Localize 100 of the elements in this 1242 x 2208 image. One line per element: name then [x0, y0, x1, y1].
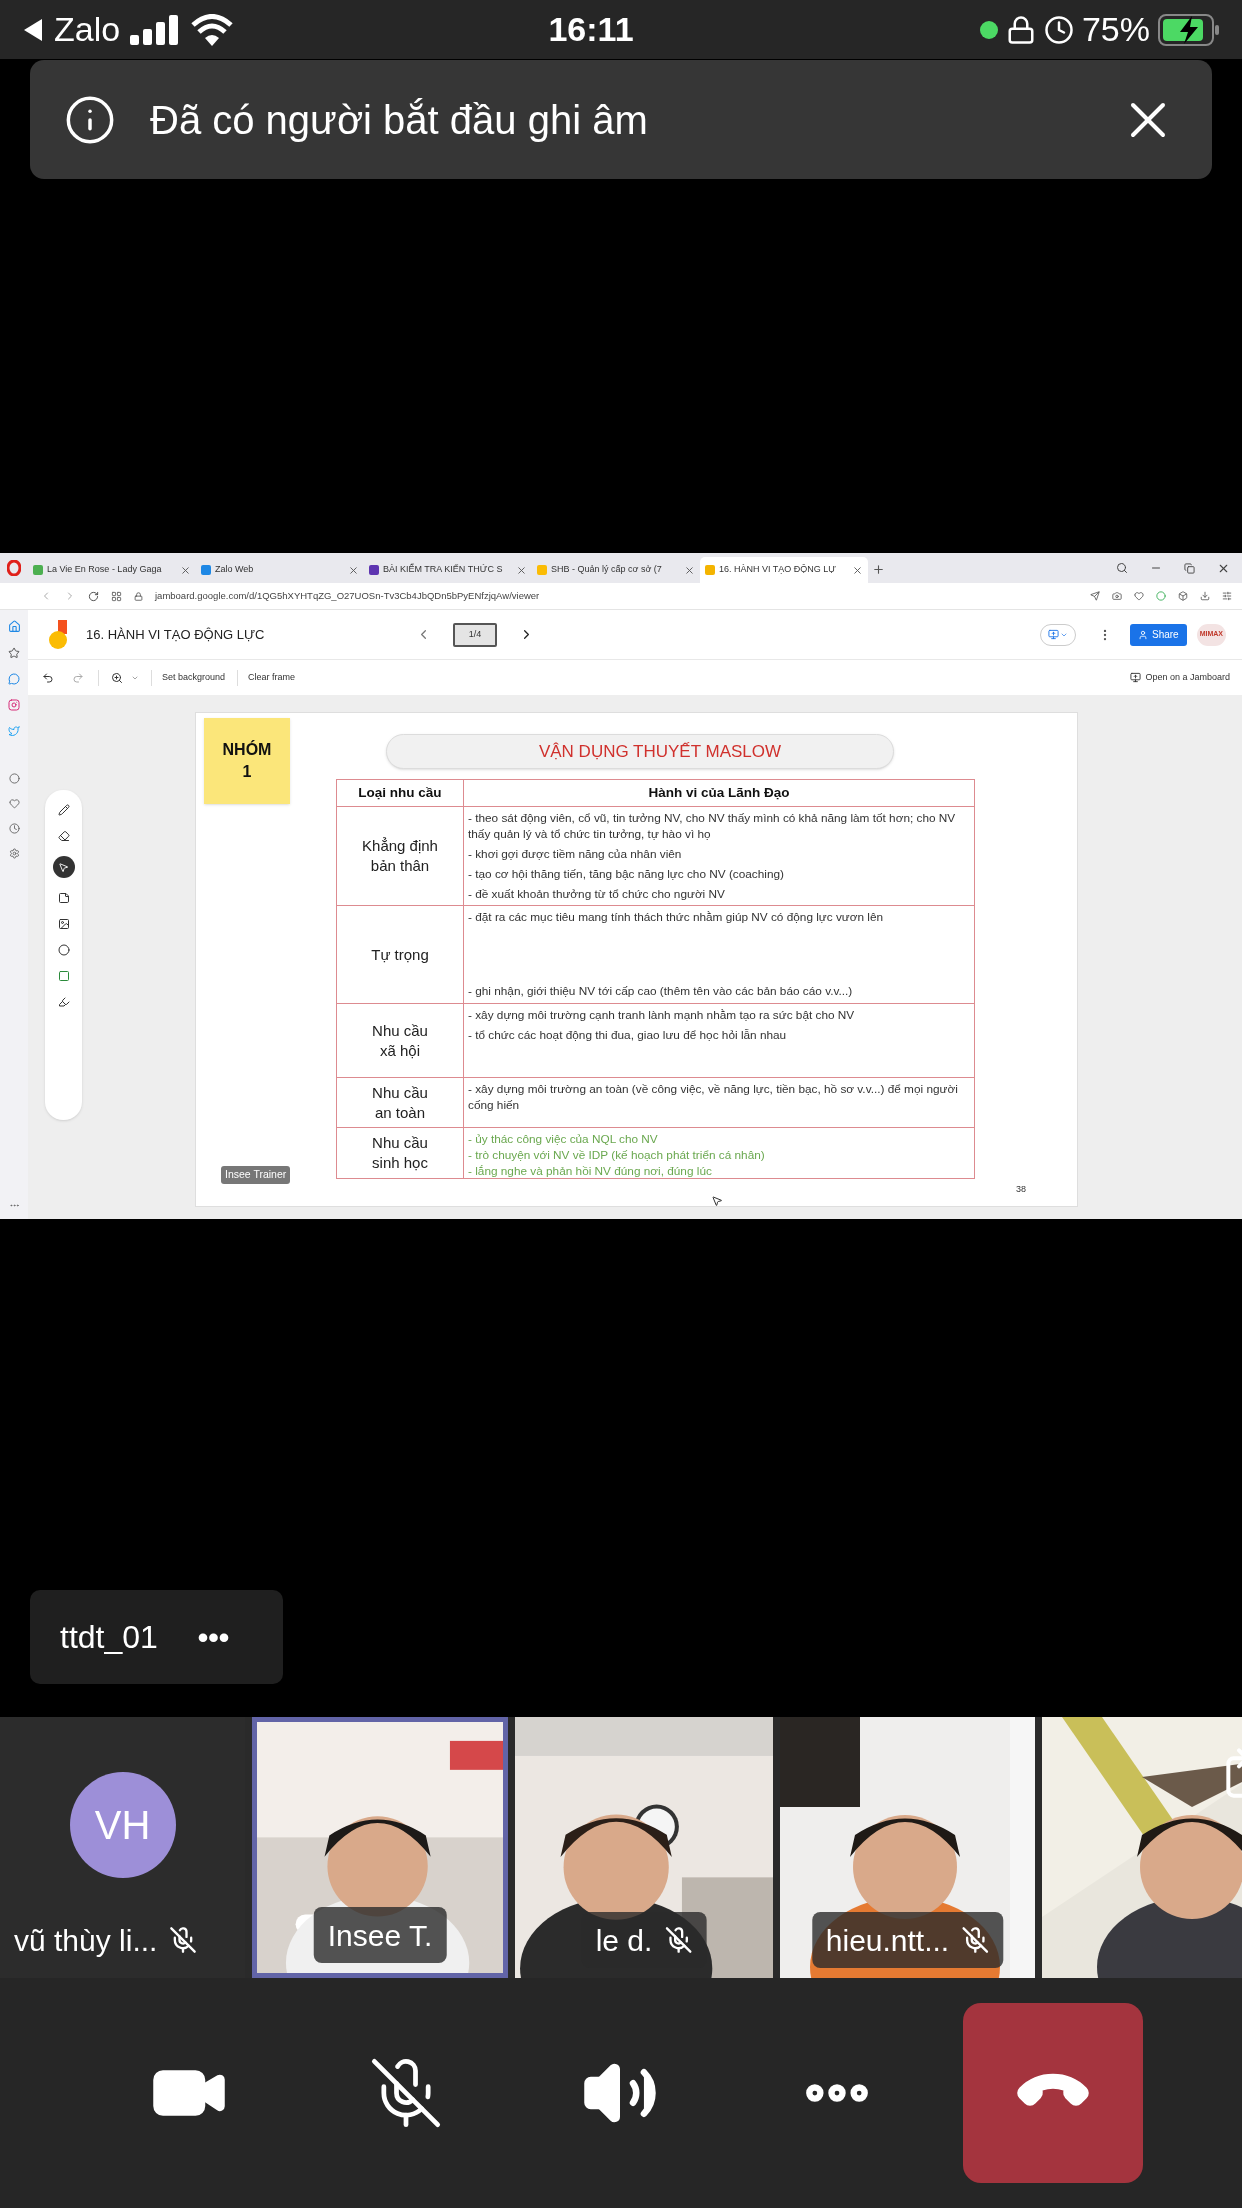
url-field[interactable]: jamboard.google.com/d/1QG5hXYHTqZG_O27UOSn-Tv3Cb4JbQDn5bPyENfzjqAw/viewer — [155, 588, 1078, 604]
reload-icon[interactable] — [88, 590, 99, 602]
behavior-text: - đặt ra các mục tiêu mang tính thách thức nhằm giúp NV có động lực vươn lên — [468, 909, 885, 925]
tab-title: SHB - Quản lý cấp cơ sở (7 — [551, 563, 663, 577]
tab-close-icon[interactable] — [348, 564, 359, 576]
browser-tab[interactable]: 16. HÀNH VI TẠO ĐỘNG LỰ — [700, 557, 868, 583]
need-label: bản thân — [370, 856, 430, 876]
sticky-note-text: 1 — [242, 762, 252, 782]
wifi-icon — [190, 13, 235, 46]
back-icon[interactable] — [22, 16, 44, 43]
avatar: VH — [69, 1772, 176, 1878]
slide-title: VẬN DỤNG THUYẾT MASLOW — [537, 740, 782, 763]
browser-tab[interactable]: SHB - Quản lý cấp cơ sở (7 — [532, 557, 700, 583]
sticky-note-text: NHÓM — [222, 739, 272, 760]
page-number: 38 — [1016, 1183, 1026, 1196]
behavior-text: - xây dựng môi trường cạnh tranh lành mạnh nhằm tạo ra sức bật cho NV — [468, 1007, 856, 1023]
pen-icon[interactable] — [57, 804, 70, 816]
box-icon[interactable] — [1178, 591, 1188, 601]
instagram-icon[interactable] — [8, 699, 20, 711]
behavior-text: - theo sát động viên, cổ vũ, tin tưởng NV, cho NV thấy mình có khả năng làm tốt hơn; cho NV thấy quản lý và tổ chức tin tưởng, tự hào vì họ — [468, 810, 957, 842]
column-header: Loại nhu cầu — [337, 780, 464, 806]
settings-icon[interactable] — [8, 848, 20, 859]
need-label: Nhu cầu — [372, 1082, 428, 1103]
behavior-text: - tạo cơ hội thăng tiến, tăng bậc năng lực cho NV (coaching) — [468, 866, 785, 882]
tab-title: La Vie En Rose - Lady Gaga — [47, 563, 163, 577]
messenger-icon[interactable] — [8, 673, 20, 685]
settings-icon[interactable] — [1222, 591, 1232, 601]
person-icon — [1137, 629, 1148, 640]
need-label: Khẳng định — [362, 836, 438, 856]
signal-icon — [130, 14, 181, 45]
camera-icon[interactable] — [1112, 591, 1122, 601]
mic-off-icon — [961, 1926, 990, 1954]
star-icon[interactable] — [8, 647, 20, 659]
tab-close-icon[interactable] — [516, 564, 527, 576]
opera-logo-icon[interactable] — [7, 560, 21, 576]
mic-off-icon — [664, 1926, 693, 1954]
end-call-button[interactable] — [963, 2003, 1143, 2183]
tab-title: BÀI KIỂM TRA KIẾN THỨC S — [383, 563, 504, 577]
speaker-label[interactable]: ttdt_01 ••• — [30, 1590, 283, 1684]
grid-icon[interactable] — [111, 590, 122, 602]
zoom-icon[interactable] — [111, 671, 123, 684]
send-icon[interactable] — [1090, 591, 1100, 601]
home-icon[interactable] — [7, 620, 21, 633]
tab-close-icon[interactable] — [852, 564, 863, 576]
open-on-jamboard-button[interactable]: Open on a Jamboard — [1130, 670, 1230, 685]
restore-icon[interactable] — [1184, 562, 1195, 574]
mouse-cursor-icon — [711, 1195, 723, 1207]
undo-icon[interactable] — [42, 671, 54, 684]
favicon-icon — [369, 565, 379, 575]
laser-icon[interactable] — [57, 996, 70, 1008]
frame-thumbnail[interactable]: 1/4 — [453, 622, 497, 647]
need-label: Nhu cầu — [372, 1020, 428, 1041]
eraser-icon[interactable] — [57, 830, 70, 842]
speaker-name: ttdt_01 — [60, 1618, 158, 1657]
favicon-icon — [33, 565, 43, 575]
participant-tile[interactable]: Insee T. — [252, 1717, 508, 1978]
notification-text: Đã có người bắt đầu ghi âm — [150, 96, 649, 144]
browser-tab[interactable]: Zalo Web — [196, 557, 364, 583]
select-tool[interactable] — [52, 856, 75, 878]
toolbar-button[interactable]: Set background — [162, 670, 226, 685]
back-app-label[interactable]: Zalo — [54, 4, 121, 55]
clock-time: 16:11 — [547, 9, 635, 50]
battery-percent: 75% — [1081, 9, 1150, 50]
participant-name: le d. — [595, 1922, 653, 1959]
heart-icon[interactable] — [8, 798, 20, 809]
participant-name: Insee T. — [327, 1917, 433, 1954]
need-label: Nhu cầu — [372, 1133, 428, 1153]
circle-icon[interactable] — [57, 944, 70, 956]
behavior-text: - đề xuất khoản thưởng từ tổ chức cho người NV — [468, 886, 726, 902]
toolbar-button[interactable]: Clear frame — [248, 670, 296, 685]
share-button[interactable]: Share — [1129, 623, 1187, 646]
battery-icon — [1158, 13, 1220, 46]
behavior-text: - lắng nghe và phản hồi NV đúng nơi, đúng lúc — [468, 1163, 713, 1179]
search-icon[interactable] — [1116, 562, 1128, 574]
lock-icon — [134, 591, 143, 601]
behavior-text: - tổ chức các hoạt động thi đua, giao lưu để học hỏi lẫn nhau — [468, 1027, 788, 1043]
tab-title: Zalo Web — [215, 563, 255, 577]
image-icon[interactable] — [57, 918, 70, 930]
player-icon[interactable] — [8, 773, 20, 784]
behavior-text: - trò chuyện với NV về IDP (kế hoạch phát triển cá nhân) — [468, 1147, 766, 1163]
history-icon[interactable] — [8, 823, 20, 834]
text-box-icon[interactable] — [57, 970, 70, 982]
more-options[interactable]: ••• — [197, 1614, 230, 1660]
browser-tab[interactable]: La Vie En Rose - Lady Gaga — [28, 557, 196, 583]
column-header: Hành vi của Lãnh Đạo — [647, 783, 791, 802]
sticky-note-icon[interactable] — [57, 892, 70, 904]
tab-close-icon[interactable] — [180, 564, 191, 576]
pointer-icon — [58, 861, 69, 873]
behavior-text: - ủy thác công việc của NQL cho NV — [468, 1131, 659, 1147]
behavior-text: - xây dựng môi trường an toàn (về công việc, về năng lực, tiền bạc, hồ sơ v.v...) để mọi người cống hiến — [468, 1081, 959, 1113]
tab-close-icon[interactable] — [684, 564, 695, 576]
behavior-text: - khơi gợi được tiềm năng của nhân viên — [468, 846, 683, 862]
download-icon[interactable] — [1200, 591, 1210, 601]
need-label: sinh học — [372, 1153, 428, 1173]
present-icon — [1047, 629, 1059, 640]
browser-tab[interactable]: BÀI KIỂM TRA KIẾN THỨC S — [364, 557, 532, 583]
participant-name: hieu.ntt... — [825, 1922, 950, 1959]
heart-icon[interactable] — [1134, 591, 1144, 601]
new-tab-icon[interactable] — [872, 563, 885, 576]
favicon-icon — [201, 565, 211, 575]
